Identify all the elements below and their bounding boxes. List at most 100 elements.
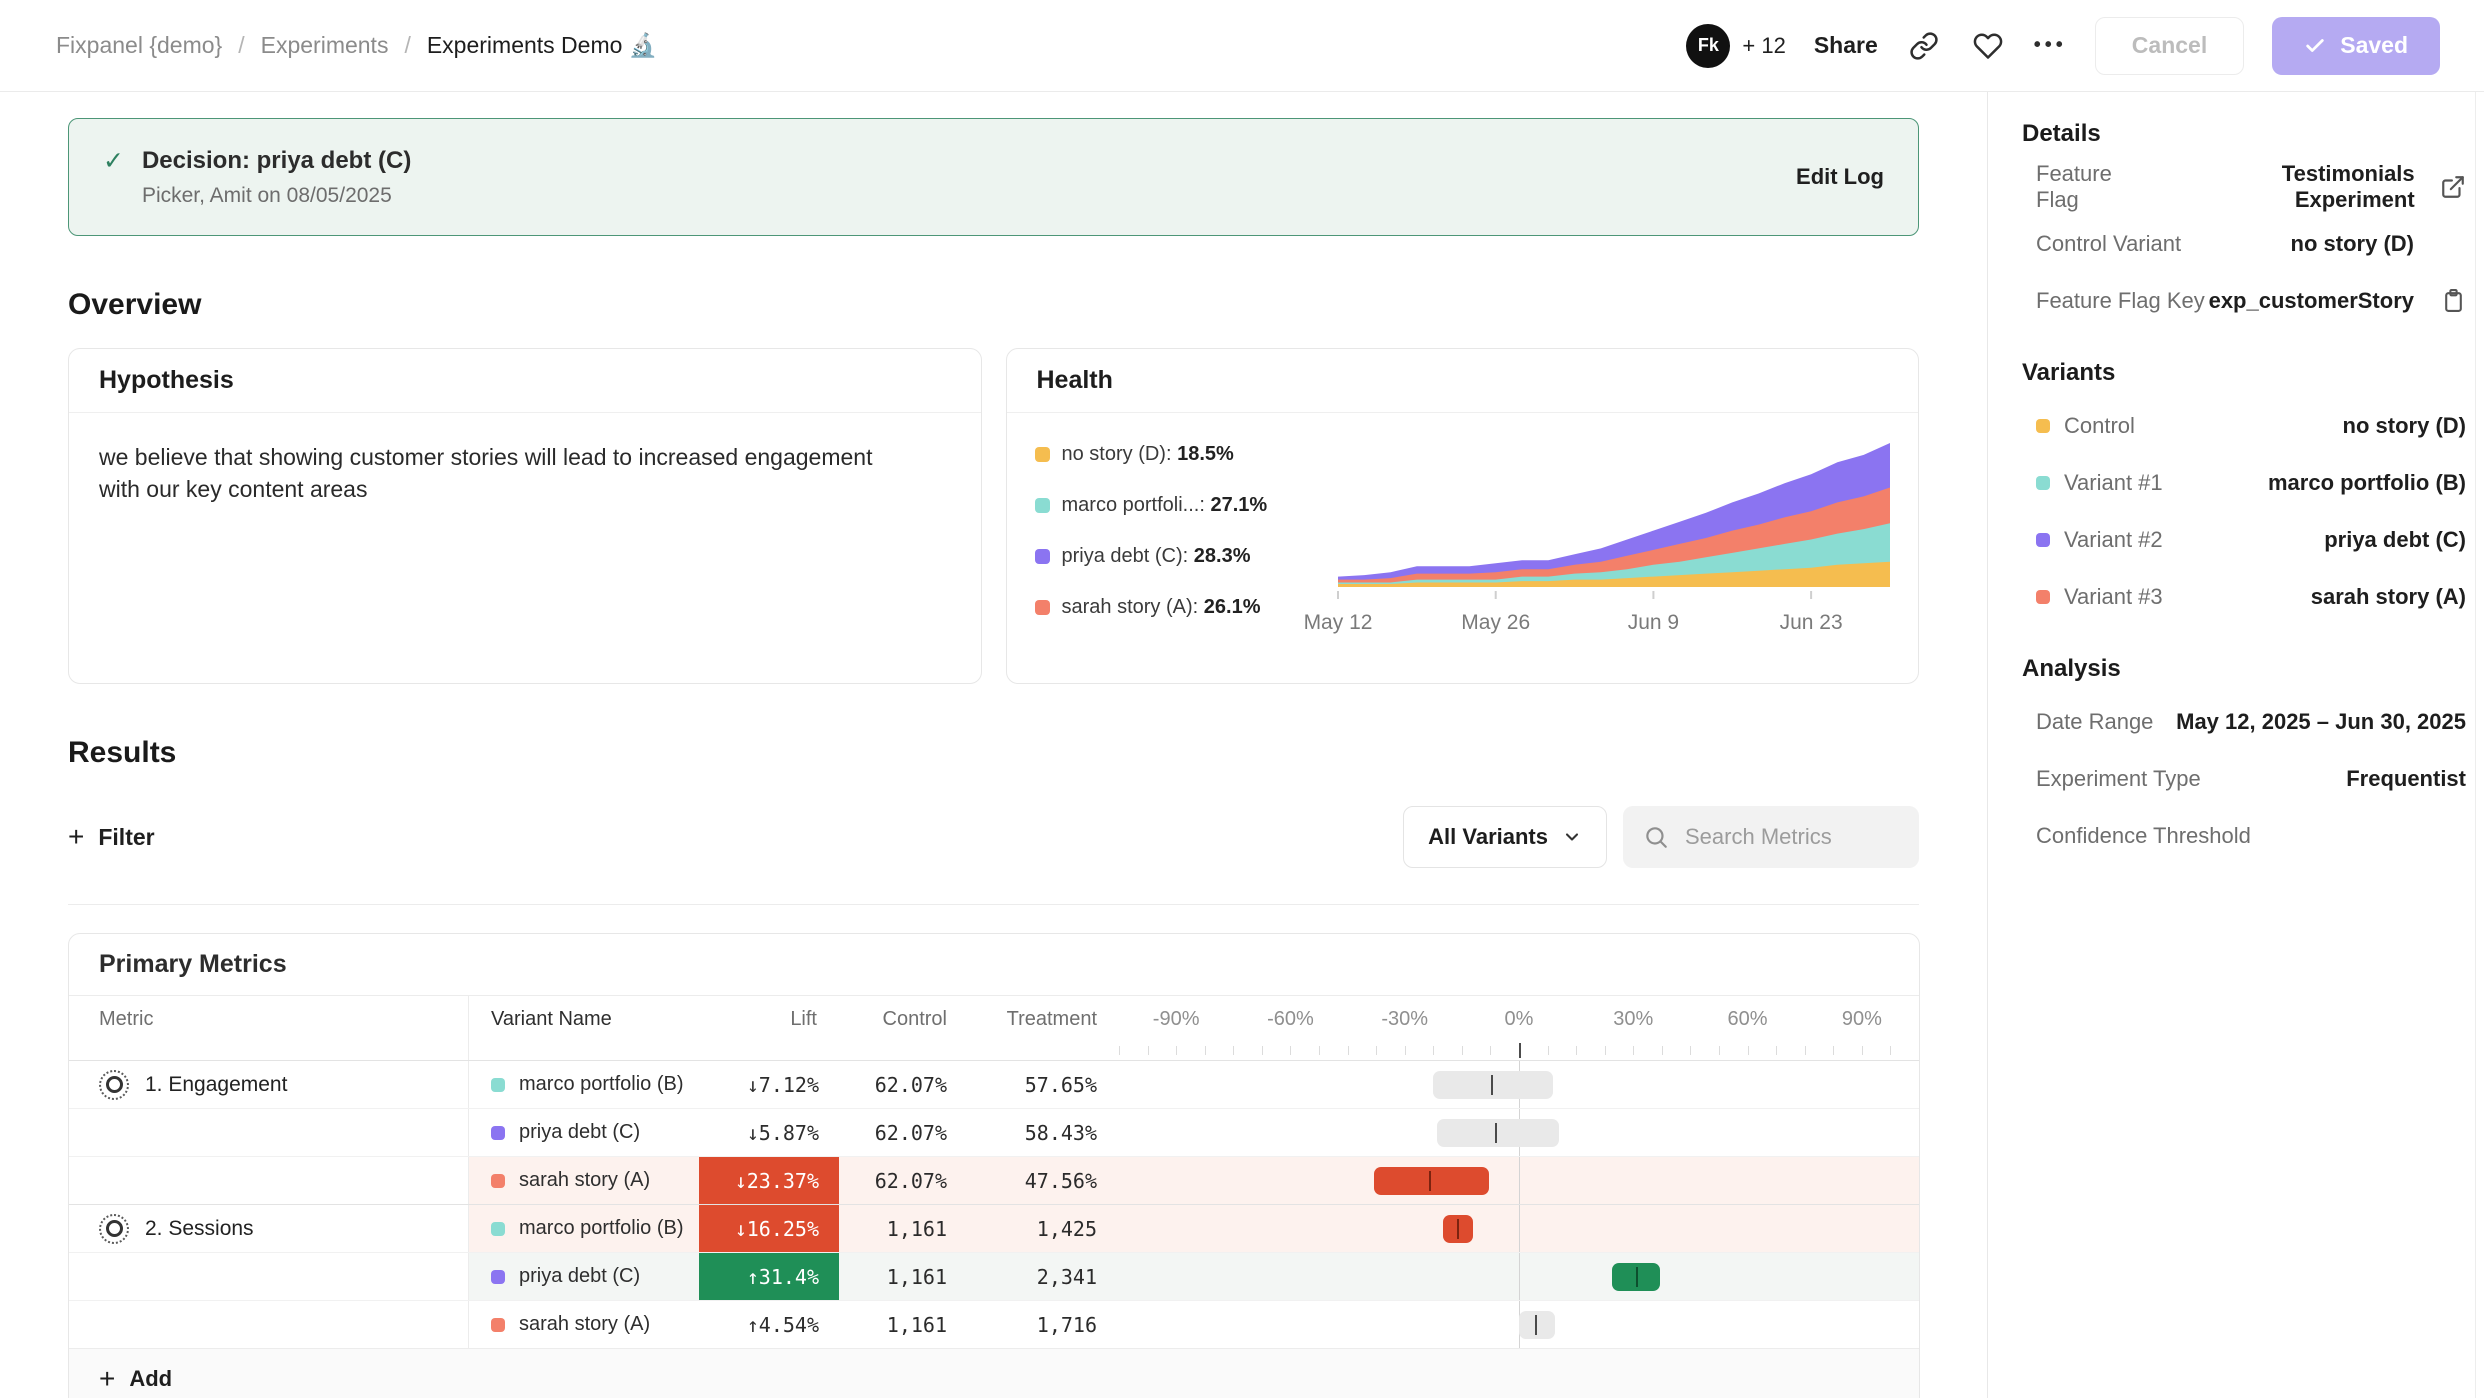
lift-value: ↓7.12% <box>699 1061 839 1108</box>
overview-heading: Overview <box>68 288 1919 322</box>
analysis-row-experiment-type: Experiment Type Frequentist <box>2022 750 2466 807</box>
chevron-down-icon <box>1562 827 1582 847</box>
hypothesis-body: we believe that showing customer stories… <box>69 413 909 533</box>
svg-text:May 26: May 26 <box>1461 611 1530 634</box>
variants-dropdown[interactable]: All Variants <box>1403 806 1607 868</box>
feature-flag-value[interactable]: Testimonials Experiment <box>2159 161 2415 213</box>
analysis-heading: Analysis <box>2022 655 2466 683</box>
ci-axis-labels: -90%-60%-30%0%30%60%90% <box>1119 996 1919 1042</box>
plus-icon: + <box>99 1363 115 1395</box>
edit-log-button[interactable]: Edit Log <box>1796 164 1884 190</box>
ci-bar <box>1437 1119 1559 1147</box>
column-metric: Metric <box>69 996 469 1042</box>
variant-row-3: Variant #3 sarah story (A) <box>2022 568 2466 625</box>
ci-marker <box>1429 1171 1431 1191</box>
table-row[interactable]: priya debt (C) ↓5.87% 62.07% 58.43% <box>69 1108 1919 1156</box>
treatment-value: 58.43% <box>969 1121 1119 1145</box>
saved-button[interactable]: Saved <box>2272 17 2440 75</box>
control-value: 1,161 <box>839 1265 969 1289</box>
table-row[interactable]: 1. Engagement marco portfolio (B) ↓7.12%… <box>69 1060 1919 1108</box>
svg-text:Jun 23: Jun 23 <box>1780 611 1843 634</box>
treatment-value: 1,425 <box>969 1217 1119 1241</box>
variant-row-2: Variant #2 priya debt (C) <box>2022 511 2466 568</box>
legend-swatch-yellow <box>1035 447 1050 462</box>
variants-heading: Variants <box>2022 359 2466 387</box>
lift-value: ↓16.25% <box>699 1205 839 1252</box>
control-value: 1,161 <box>839 1217 969 1241</box>
ci-bar <box>1374 1167 1488 1195</box>
table-header-row: Metric Variant Name Lift Control Treatme… <box>69 996 1919 1042</box>
analysis-row-date-range: Date Range May 12, 2025 – Jun 30, 2025 <box>2022 693 2466 750</box>
copy-link-icon[interactable] <box>1906 28 1942 64</box>
ci-marker <box>1636 1267 1638 1287</box>
hypothesis-title: Hypothesis <box>69 349 981 413</box>
lift-value: ↓23.37% <box>699 1157 839 1204</box>
variant-swatch <box>2036 590 2050 604</box>
legend-swatch-teal <box>1035 498 1050 513</box>
table-row[interactable]: priya debt (C) ↑31.4% 1,161 2,341 <box>69 1252 1919 1300</box>
control-value: 62.07% <box>839 1121 969 1145</box>
table-row[interactable]: sarah story (A) ↑4.54% 1,161 1,716 <box>69 1300 1919 1348</box>
details-sidebar: Details Feature Flag Testimonials Experi… <box>1988 92 2484 1398</box>
legend-item: priya debt (C): 28.3% <box>1035 545 1299 568</box>
legend-swatch-salmon <box>1035 600 1050 615</box>
external-link-icon[interactable] <box>2440 174 2466 200</box>
details-heading: Details <box>2022 120 2466 148</box>
confidence-interval-plot <box>1119 1205 1919 1252</box>
clipboard-copy-icon[interactable] <box>2441 288 2466 313</box>
primary-metrics-title: Primary Metrics <box>69 934 1919 996</box>
variant-swatch <box>2036 476 2050 490</box>
ci-axis-ruler <box>1119 1042 1919 1060</box>
detail-row-feature-flag: Feature Flag Testimonials Experiment <box>2022 158 2466 215</box>
confidence-interval-plot <box>1119 1157 1919 1204</box>
primary-metrics-card: Primary Metrics Metric Variant Name Lift… <box>68 933 1920 1398</box>
health-title: Health <box>1007 349 1919 413</box>
table-row[interactable]: sarah story (A) ↓23.37% 62.07% 47.56% <box>69 1156 1919 1204</box>
metric-name: 2. Sessions <box>145 1217 254 1241</box>
legend-item: marco portfoli...: 27.1% <box>1035 494 1299 517</box>
search-metrics-input[interactable] <box>1683 823 1883 851</box>
cancel-button[interactable]: Cancel <box>2095 17 2244 75</box>
health-legend: no story (D): 18.5% marco portfoli...: 2… <box>1035 427 1299 651</box>
breadcrumb-experiments[interactable]: Experiments <box>261 32 389 59</box>
metric-name: 1. Engagement <box>145 1073 287 1097</box>
decision-check-icon: ✓ <box>103 146 124 208</box>
legend-item: no story (D): 18.5% <box>1035 443 1299 466</box>
treatment-value: 47.56% <box>969 1169 1119 1193</box>
add-filter-button[interactable]: + Filter <box>68 821 155 853</box>
scroll-track[interactable] <box>2475 92 2476 1398</box>
hypothesis-card: Hypothesis we believe that showing custo… <box>68 348 982 684</box>
metric-goal-icon <box>99 1214 129 1244</box>
results-divider <box>68 904 1919 905</box>
control-value: 1,161 <box>839 1313 969 1337</box>
axis-ruler-row <box>69 1042 1919 1060</box>
main-content: ✓ Decision: priya debt (C) Picker, Amit … <box>0 92 1988 1398</box>
lift-value: ↓5.87% <box>699 1109 839 1156</box>
search-metrics-box <box>1623 806 1919 868</box>
more-options-icon[interactable]: ••• <box>2034 34 2067 57</box>
search-icon <box>1643 824 1669 850</box>
variant-swatch <box>2036 533 2050 547</box>
treatment-value: 2,341 <box>969 1265 1119 1289</box>
breadcrumb: Fixpanel {demo} / Experiments / Experime… <box>56 32 657 59</box>
avatar[interactable]: Fk <box>1686 24 1730 68</box>
share-button[interactable]: Share <box>1814 32 1878 59</box>
top-header: Fixpanel {demo} / Experiments / Experime… <box>0 0 2484 92</box>
plus-icon: + <box>68 821 84 853</box>
favorite-heart-icon[interactable] <box>1970 28 2006 64</box>
health-card: Health no story (D): 18.5% marco portfol… <box>1006 348 1920 684</box>
table-row[interactable]: 2. Sessions marco portfolio (B) ↓16.25% … <box>69 1204 1919 1252</box>
analysis-row-confidence-threshold: Confidence Threshold <box>2022 807 2466 864</box>
breadcrumb-project[interactable]: Fixpanel {demo} <box>56 32 222 59</box>
variant-swatch <box>491 1126 505 1140</box>
feature-flag-key-value: exp_customerStory <box>2209 288 2414 314</box>
health-chart: May 12May 26Jun 9Jun 23 <box>1298 427 1898 651</box>
check-icon <box>2304 35 2326 57</box>
confidence-interval-plot <box>1119 1301 1919 1348</box>
collaborators-count[interactable]: + 12 <box>1742 33 1785 59</box>
breadcrumb-current: Experiments Demo 🔬 <box>427 32 658 59</box>
lift-value: ↑4.54% <box>699 1301 839 1348</box>
add-metric-button[interactable]: + Add <box>99 1363 172 1395</box>
detail-row-feature-flag-key: Feature Flag Key exp_customerStory <box>2022 272 2466 329</box>
metric-goal-icon <box>99 1070 129 1100</box>
